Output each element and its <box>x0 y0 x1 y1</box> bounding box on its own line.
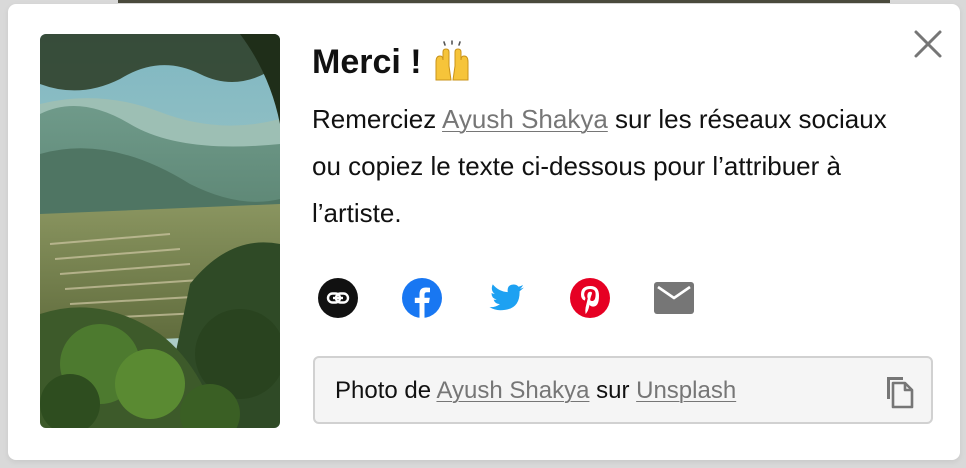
pinterest-icon <box>570 278 610 318</box>
photo-thumbnail <box>40 34 280 428</box>
attribution-site-link[interactable]: Unsplash <box>636 377 736 404</box>
attribution-prefix: Photo de <box>335 377 437 404</box>
share-buttons <box>318 278 694 318</box>
close-button[interactable] <box>908 24 948 64</box>
attribution-author-link[interactable]: Ayush Shakya <box>436 377 589 404</box>
facebook-icon <box>402 278 442 318</box>
attribution-middle: sur <box>589 377 637 404</box>
title-text: Merci ! <box>312 43 422 81</box>
modal-title: Merci ! <box>312 38 912 86</box>
thanks-modal: Merci ! Remerciez Ayush Shakya sur les r… <box>8 4 960 460</box>
share-email-button[interactable] <box>654 278 694 318</box>
background-page-strip <box>118 0 890 3</box>
share-link-button[interactable] <box>318 278 358 318</box>
attribution-box[interactable]: Photo de Ayush Shakya sur Unsplash <box>313 356 933 424</box>
attribution-text: Photo de Ayush Shakya sur Unsplash <box>335 377 736 405</box>
description-prefix: Remerciez <box>312 104 443 134</box>
link-icon <box>318 278 358 318</box>
share-facebook-button[interactable] <box>402 278 442 318</box>
author-link[interactable]: Ayush Shakya <box>442 104 608 134</box>
twitter-icon <box>489 284 524 311</box>
share-twitter-button[interactable] <box>486 278 526 318</box>
email-icon <box>654 282 694 314</box>
modal-description: Remerciez Ayush Shakya sur les réseaux s… <box>312 96 912 237</box>
modal-content: Merci ! Remerciez Ayush Shakya sur les r… <box>312 38 912 237</box>
copy-button[interactable] <box>881 373 917 409</box>
share-pinterest-button[interactable] <box>570 278 610 318</box>
raised-hands-icon <box>430 40 474 84</box>
copy-icon <box>887 377 914 409</box>
close-icon <box>914 30 942 58</box>
